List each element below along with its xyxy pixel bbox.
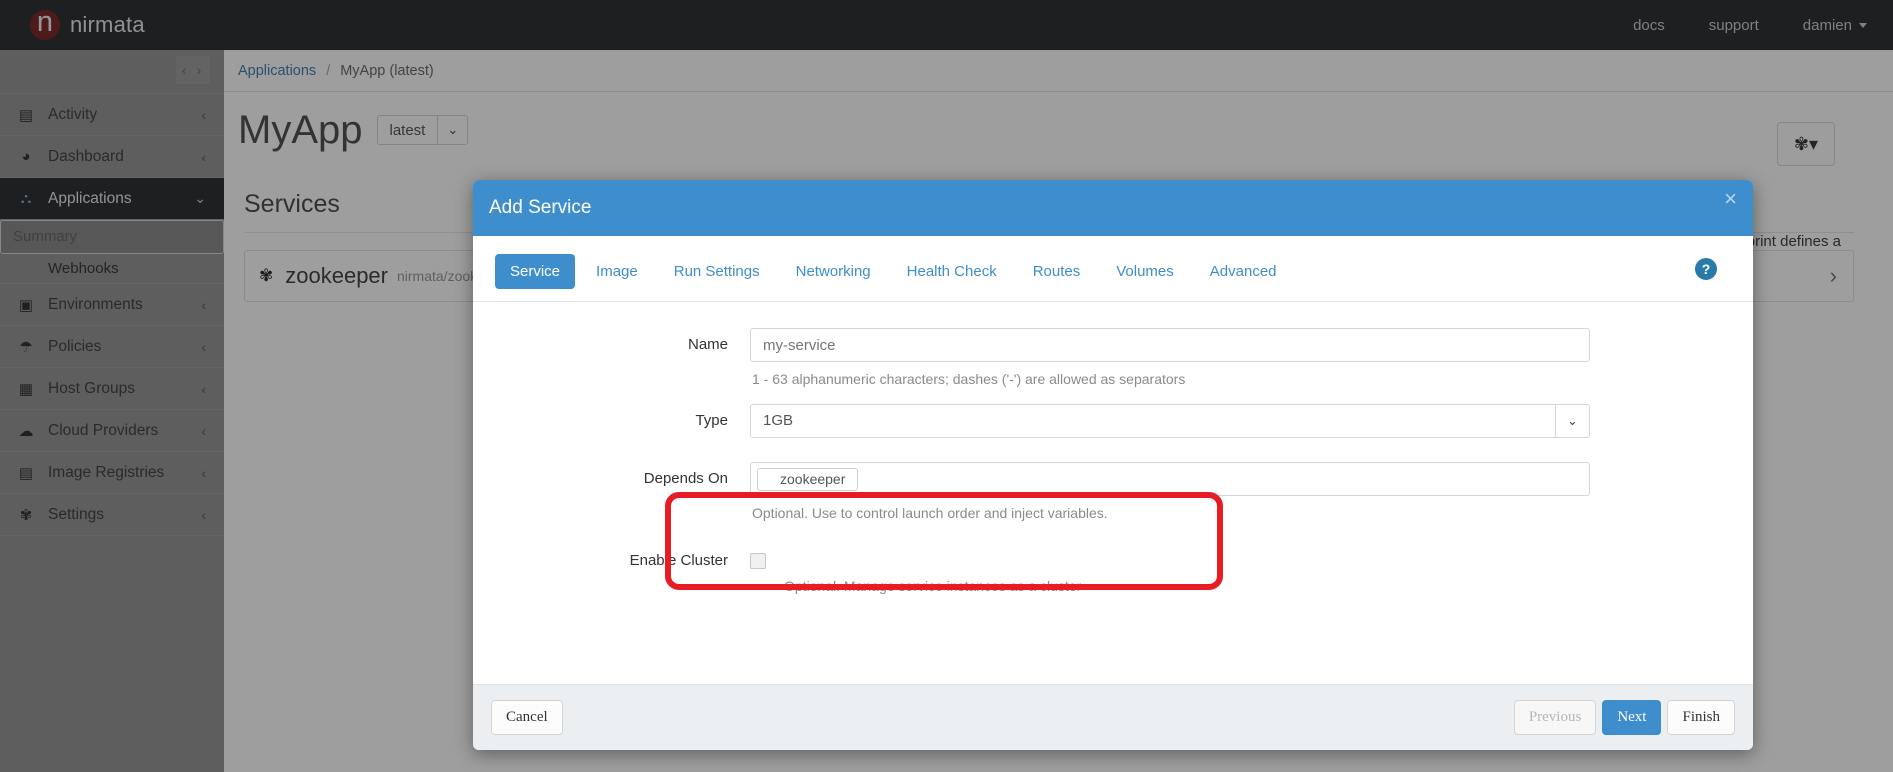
depends-on-label: Depends On [643,470,728,488]
dialog-header: Add Service × [473,180,1753,236]
next-button[interactable]: Next [1602,700,1662,735]
tab-networking[interactable]: Networking [781,254,886,289]
tab-volumes[interactable]: Volumes [1101,254,1189,289]
tab-routes[interactable]: Routes [1018,254,1096,289]
type-select[interactable]: 1GB ⌄ [750,404,1590,439]
name-input[interactable] [750,328,1590,362]
name-label: Name [687,336,728,353]
tab-run-settings[interactable]: Run Settings [659,254,775,289]
enable-cluster-checkbox[interactable] [750,553,766,570]
help-icon[interactable]: ? [1695,258,1717,280]
field-row-type: Type 1GB ⌄ [473,404,1753,439]
add-service-dialog: Add Service × Service Image Run Settings… [473,180,1753,750]
cancel-button[interactable]: Cancel [491,700,563,735]
finish-button[interactable]: Finish [1667,700,1735,735]
tab-health-check[interactable]: Health Check [892,254,1012,289]
tab-service[interactable]: Service [495,254,576,289]
enable-cluster-label: Enable Cluster [629,552,728,570]
depends-on-tag[interactable]: zookeeper [757,467,859,491]
tab-advanced[interactable]: Advanced [1195,254,1292,289]
dialog-tabs: Service Image Run Settings Networking He… [473,236,1753,289]
service-form: Name 1 - 63 alphanumeric characters; das… [473,302,1753,594]
chevron-down-icon: ⌄ [1555,404,1589,439]
type-select-value: 1GB [763,412,794,430]
close-icon[interactable]: × [1724,188,1737,210]
tab-image[interactable]: Image [581,254,653,289]
field-row-depends-on: Depends On zookeeper Optional. Use to co… [473,462,1753,522]
type-label: Type [695,412,728,430]
dialog-footer-actions: Previous Next Finish [1513,700,1735,735]
previous-button[interactable]: Previous [1513,700,1597,735]
depends-on-hint: Optional. Use to control launch order an… [752,505,1108,522]
field-row-enable-cluster: Enable Cluster Optional. Manage service … [473,544,1753,594]
depends-on-input[interactable]: zookeeper [750,462,1590,497]
enable-cluster-hint: Optional. Manage service instances as a … [784,578,1082,595]
field-row-name: Name 1 - 63 alphanumeric characters; das… [473,328,1753,388]
app-root: nirmata docs support damien ‹ › ▤ Activi… [0,0,1893,772]
name-hint: 1 - 63 alphanumeric characters; dashes (… [752,371,1186,387]
dialog-footer: Cancel Previous Next Finish [473,684,1753,750]
dialog-title: Add Service [489,197,592,218]
